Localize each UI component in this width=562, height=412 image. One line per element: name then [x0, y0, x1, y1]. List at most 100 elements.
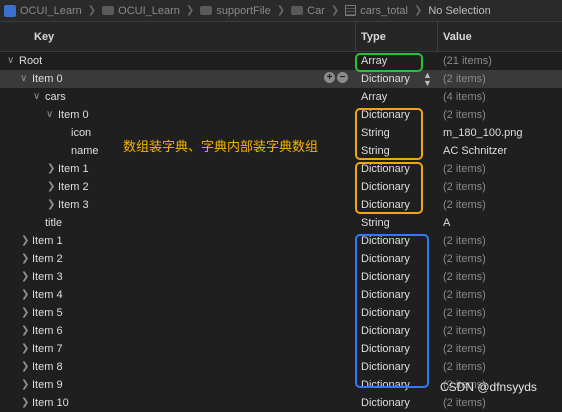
breadcrumb-selection[interactable]: No Selection — [428, 5, 490, 17]
row-key[interactable]: Item 6 — [32, 325, 63, 337]
row-key[interactable]: Item 1 — [32, 235, 63, 247]
plist-row[interactable]: ❯ Item 2 Dictionary (2 items) — [0, 250, 562, 268]
row-type[interactable]: Dictionary — [361, 361, 410, 373]
row-key[interactable]: Item 0 — [58, 109, 89, 121]
plist-row[interactable]: ∨ Root Array (21 items) — [0, 52, 562, 70]
row-value[interactable]: m_180_100.png — [443, 127, 523, 139]
row-key[interactable]: cars — [45, 91, 66, 103]
chevron-right-icon[interactable]: ❯ — [21, 379, 29, 390]
column-type-header[interactable]: Type — [361, 31, 386, 43]
row-key[interactable]: Item 8 — [32, 361, 63, 373]
breadcrumb-project[interactable]: OCUI_Learn ❯ — [4, 4, 98, 17]
breadcrumb-file[interactable]: cars_total ❯ — [345, 5, 424, 17]
row-key[interactable]: icon — [71, 127, 91, 139]
row-key[interactable]: Item 2 — [32, 253, 63, 265]
watermark: CSDN @dfnsyyds — [440, 380, 537, 394]
row-type[interactable]: Dictionary — [361, 343, 410, 355]
plist-row[interactable]: ❯ Item 1 Dictionary (2 items) — [0, 160, 562, 178]
row-key[interactable]: Item 9 — [32, 379, 63, 391]
row-type[interactable]: String — [361, 145, 390, 157]
row-key[interactable]: Root — [19, 55, 42, 67]
row-key[interactable]: Item 0 — [32, 73, 63, 85]
chevron-down-icon[interactable]: ∨ — [46, 109, 53, 120]
row-key[interactable]: name — [71, 145, 99, 157]
chevron-right-icon[interactable]: ❯ — [47, 181, 55, 192]
row-key[interactable]: Item 10 — [32, 397, 69, 409]
chevron-down-icon[interactable]: ∨ — [33, 91, 40, 102]
row-key[interactable]: title — [45, 217, 62, 229]
breadcrumb-folder[interactable]: supportFile ❯ — [200, 5, 287, 17]
row-type[interactable]: String — [361, 217, 390, 229]
chevron-right-icon[interactable]: ❯ — [21, 307, 29, 318]
row-key[interactable]: Item 2 — [58, 181, 89, 193]
row-key[interactable]: Item 3 — [32, 271, 63, 283]
row-type[interactable]: Dictionary — [361, 379, 410, 391]
breadcrumb: OCUI_Learn ❯ OCUI_Learn ❯ supportFile ❯ … — [0, 0, 562, 22]
row-type[interactable]: Dictionary — [361, 109, 410, 121]
plist-row[interactable]: ∨ cars Array (4 items) — [0, 88, 562, 106]
chevron-down-icon[interactable]: ∨ — [7, 55, 14, 66]
chevron-right-icon[interactable]: ❯ — [21, 361, 29, 372]
row-value[interactable]: AC Schnitzer — [443, 145, 507, 157]
plist-row[interactable]: ❯ Item 3 Dictionary (2 items) — [0, 196, 562, 214]
row-type[interactable]: Dictionary — [361, 271, 410, 283]
row-value: (2 items) — [443, 397, 486, 409]
column-divider[interactable] — [437, 22, 438, 52]
row-type[interactable]: Dictionary — [361, 73, 410, 85]
chevron-right-icon: ❯ — [330, 5, 340, 16]
chevron-right-icon[interactable]: ❯ — [21, 235, 29, 246]
chevron-right-icon[interactable]: ❯ — [21, 343, 29, 354]
row-type[interactable]: Dictionary — [361, 397, 410, 409]
plist-row[interactable]: ❯ Item 1 Dictionary (2 items) — [0, 232, 562, 250]
plist-row[interactable]: ❯ Item 8 Dictionary (2 items) — [0, 358, 562, 376]
row-type[interactable]: Dictionary — [361, 235, 410, 247]
row-type[interactable]: Dictionary — [361, 199, 410, 211]
breadcrumb-folder[interactable]: Car ❯ — [291, 5, 341, 17]
row-key[interactable]: Item 7 — [32, 343, 63, 355]
plist-row[interactable]: ∨ Item 0 + − Dictionary ▲ ▼ (2 items) — [0, 70, 562, 88]
breadcrumb-group[interactable]: OCUI_Learn ❯ — [102, 5, 196, 17]
row-key[interactable]: Item 4 — [32, 289, 63, 301]
column-value-header[interactable]: Value — [443, 31, 472, 43]
chevron-right-icon[interactable]: ❯ — [21, 253, 29, 264]
row-key[interactable]: Item 3 — [58, 199, 89, 211]
plist-row[interactable]: ❯ Item 6 Dictionary (2 items) — [0, 322, 562, 340]
row-type[interactable]: String — [361, 127, 390, 139]
plist-row[interactable]: ❯ Item 5 Dictionary (2 items) — [0, 304, 562, 322]
plist-row[interactable]: ❯ Item 10 Dictionary (2 items) — [0, 394, 562, 412]
plist-row[interactable]: title String A — [0, 214, 562, 232]
row-value: (2 items) — [443, 271, 486, 283]
row-type[interactable]: Dictionary — [361, 307, 410, 319]
chevron-right-icon[interactable]: ❯ — [47, 163, 55, 174]
row-type[interactable]: Dictionary — [361, 325, 410, 337]
chevron-right-icon: ❯ — [413, 5, 423, 16]
type-popup-arrows-icon[interactable]: ▲ ▼ — [423, 71, 432, 88]
row-value: (2 items) — [443, 73, 486, 85]
row-key[interactable]: Item 1 — [58, 163, 89, 175]
row-key[interactable]: Item 5 — [32, 307, 63, 319]
chevron-right-icon[interactable]: ❯ — [21, 271, 29, 282]
column-key-header[interactable]: Key — [34, 31, 54, 43]
plist-row[interactable]: ∨ Item 0 Dictionary (2 items) — [0, 106, 562, 124]
row-type[interactable]: Dictionary — [361, 289, 410, 301]
row-value: (2 items) — [443, 325, 486, 337]
row-type[interactable]: Dictionary — [361, 181, 410, 193]
plist-row[interactable]: ❯ Item 3 Dictionary (2 items) — [0, 268, 562, 286]
chevron-right-icon[interactable]: ❯ — [21, 289, 29, 300]
row-value[interactable]: A — [443, 217, 450, 229]
add-row-icon[interactable]: + — [324, 72, 335, 83]
row-type[interactable]: Array — [361, 91, 387, 103]
plist-row[interactable]: ❯ Item 7 Dictionary (2 items) — [0, 340, 562, 358]
chevron-right-icon[interactable]: ❯ — [47, 199, 55, 210]
breadcrumb-label: Car — [307, 4, 325, 17]
chevron-right-icon[interactable]: ❯ — [21, 397, 29, 408]
chevron-right-icon[interactable]: ❯ — [21, 325, 29, 336]
row-type[interactable]: Dictionary — [361, 163, 410, 175]
plist-row[interactable]: ❯ Item 4 Dictionary (2 items) — [0, 286, 562, 304]
plist-row[interactable]: ❯ Item 2 Dictionary (2 items) — [0, 178, 562, 196]
chevron-down-icon[interactable]: ∨ — [20, 73, 27, 84]
remove-row-icon[interactable]: − — [337, 72, 348, 83]
row-type[interactable]: Array — [361, 55, 387, 67]
column-divider[interactable] — [355, 22, 356, 52]
row-type[interactable]: Dictionary — [361, 253, 410, 265]
